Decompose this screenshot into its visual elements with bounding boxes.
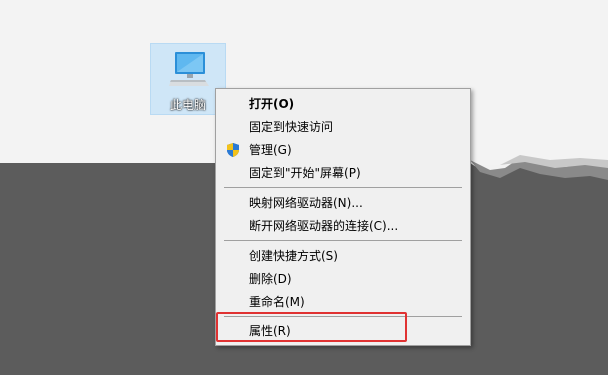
menu-item-label: 固定到"开始"屏幕(P)	[249, 166, 361, 180]
menu-item-label: 管理(G)	[249, 143, 292, 157]
menu-item-label: 创建快捷方式(S)	[249, 249, 338, 263]
menu-item-pin-quick-access[interactable]: 固定到快速访问	[216, 116, 470, 138]
menu-item-label: 重命名(M)	[249, 295, 305, 309]
menu-item-label: 打开(O)	[249, 97, 295, 111]
menu-item-label: 删除(D)	[249, 272, 292, 286]
properties-highlight-box	[216, 312, 407, 342]
menu-separator	[224, 240, 462, 241]
menu-item-map-drive[interactable]: 映射网络驱动器(N)...	[216, 192, 470, 214]
menu-item-pin-start[interactable]: 固定到"开始"屏幕(P)	[216, 162, 470, 184]
context-menu: 打开(O) 固定到快速访问 管理(G) 固定到"开始"屏幕(P) 映射网络驱动器…	[215, 88, 471, 346]
menu-item-create-shortcut[interactable]: 创建快捷方式(S)	[216, 245, 470, 267]
menu-item-disconnect-drive[interactable]: 断开网络驱动器的连接(C)...	[216, 215, 470, 237]
computer-icon	[169, 52, 209, 86]
menu-item-label: 固定到快速访问	[249, 120, 334, 134]
menu-item-rename[interactable]: 重命名(M)	[216, 291, 470, 313]
menu-item-delete[interactable]: 删除(D)	[216, 268, 470, 290]
menu-item-open[interactable]: 打开(O)	[216, 93, 470, 115]
menu-item-label: 映射网络驱动器(N)...	[249, 196, 363, 210]
menu-item-manage[interactable]: 管理(G)	[216, 139, 470, 161]
menu-item-label: 断开网络驱动器的连接(C)...	[249, 219, 399, 233]
this-pc-label: 此电脑	[169, 98, 206, 112]
menu-separator	[224, 187, 462, 188]
uac-shield-icon	[227, 143, 239, 157]
